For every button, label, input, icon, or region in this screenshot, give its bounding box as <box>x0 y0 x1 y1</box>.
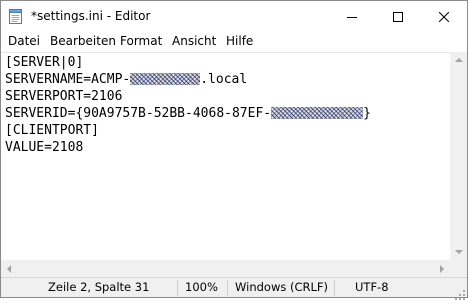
text-line-suffix: } <box>363 106 371 121</box>
zoom-level: 100% <box>185 280 218 294</box>
text-line-prefix: SERVERNAME=ACMP- <box>5 72 131 87</box>
menu-datei[interactable]: Datei <box>8 34 40 48</box>
menu-ansicht[interactable]: Ansicht <box>172 34 216 48</box>
scrollbar-corner <box>450 260 467 277</box>
vertical-scrollbar[interactable] <box>450 52 467 260</box>
scroll-right-icon[interactable] <box>440 265 444 273</box>
status-divider <box>227 280 228 296</box>
title-bar[interactable]: *settings.ini - Editor <box>1 1 467 32</box>
text-line: SERVERNAME=ACMP- .local <box>5 71 247 88</box>
horizontal-scrollbar[interactable] <box>1 260 450 277</box>
menu-hilfe[interactable]: Hilfe <box>226 34 253 48</box>
maximize-icon <box>393 7 403 26</box>
editor-window: *settings.ini - Editor Datei Bearbeiten … <box>0 0 468 300</box>
scroll-up-icon[interactable] <box>455 58 463 62</box>
text-line: [CLIENTPORT] <box>5 123 99 138</box>
text-editor-area[interactable]: [SERVER|0] SERVERNAME=ACMP- .local SERVER… <box>1 52 450 260</box>
close-button[interactable] <box>421 1 467 32</box>
status-bar: Zeile 2, Spalte 31 100% Windows (CRLF) U… <box>1 277 467 300</box>
status-divider <box>334 280 335 296</box>
text-line: VALUE=2108 <box>5 140 84 155</box>
text-line: SERVERID={90A9757B-52BB-4068-87EF-} <box>5 105 371 122</box>
scroll-left-icon[interactable] <box>7 265 11 273</box>
maximize-button[interactable] <box>375 1 421 32</box>
notepad-icon <box>9 9 22 24</box>
redacted-server-id <box>271 106 364 119</box>
minimize-button[interactable] <box>329 1 375 32</box>
redacted-hostname <box>130 72 201 85</box>
menu-bar: Datei Bearbeiten Format Ansicht Hilfe <box>1 32 467 52</box>
scroll-down-icon[interactable] <box>455 250 463 254</box>
text-line-suffix: .local <box>200 72 248 87</box>
close-icon <box>438 7 450 26</box>
cursor-position: Zeile 2, Spalte 31 <box>48 280 150 294</box>
window-title: *settings.ini - Editor <box>31 9 151 23</box>
menu-format[interactable]: Format <box>120 34 162 48</box>
menu-bearbeiten[interactable]: Bearbeiten <box>50 34 116 48</box>
text-line-prefix: SERVERID={90A9757B-52BB-4068-87EF- <box>5 106 272 121</box>
text-line: [SERVER|0] <box>5 55 84 70</box>
line-ending: Windows (CRLF) <box>235 280 329 294</box>
text-line: SERVERPORT=2106 <box>5 89 123 104</box>
minimize-icon <box>347 7 357 26</box>
status-divider <box>177 280 178 296</box>
encoding: UTF-8 <box>355 280 389 294</box>
resize-grip-icon[interactable] <box>455 285 465 300</box>
